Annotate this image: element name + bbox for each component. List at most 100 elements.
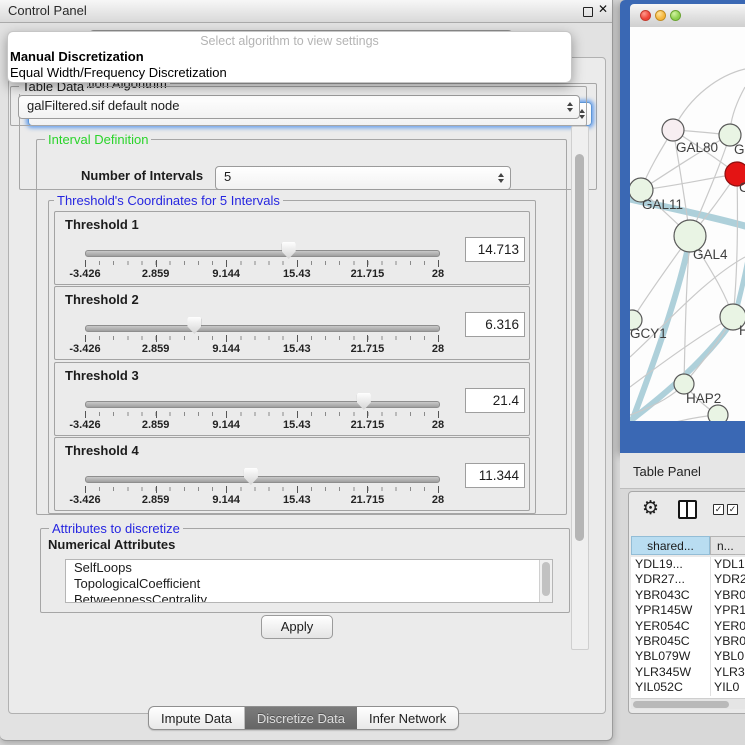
number-of-intervals-label: Number of Intervals (81, 168, 203, 183)
thresholds-group: Threshold's Coordinates for 5 Intervals … (48, 200, 536, 514)
threshold-3-track[interactable] (85, 401, 440, 408)
tab-discretize-data-label: Discretize Data (257, 711, 345, 726)
table-row[interactable]: YIL052CYIL0 (631, 680, 745, 695)
table-row[interactable]: YER054CYER0 (631, 619, 745, 634)
table-row[interactable]: YPR145WYPR1 (631, 603, 745, 618)
cell[interactable]: YBR045C (631, 634, 710, 649)
cell[interactable]: YBR0 (710, 634, 745, 649)
tick-label: -3.426 (69, 343, 100, 355)
network-canvas[interactable]: GAL80 G C GAL11 GAL4 GCY1 H HAP2 (630, 27, 745, 421)
cell[interactable]: YDR2 (710, 572, 745, 587)
cell[interactable]: YIL0 (710, 680, 739, 695)
column-header-name[interactable]: n... (710, 536, 745, 555)
panel-scrollbar[interactable] (571, 126, 589, 650)
table-row[interactable]: YBR045CYBR0 (631, 634, 745, 649)
cell[interactable]: YLR345W (631, 665, 710, 680)
numerical-attributes-list[interactable]: SelfLoops TopologicalCoefficient Between… (65, 559, 553, 603)
node-label-gcy1: GCY1 (630, 326, 667, 341)
cell[interactable]: YDL19... (631, 557, 710, 572)
edge[interactable] (673, 69, 745, 130)
tick-label: 28 (432, 494, 444, 506)
cell[interactable]: YPR145W (631, 603, 710, 618)
threshold-2-track[interactable] (85, 325, 440, 332)
node-gal80[interactable] (662, 119, 684, 141)
algorithm-option-equal-width[interactable]: Equal Width/Frequency Discretization (8, 65, 571, 81)
threshold-1-slider[interactable]: -3.426 2.859 9.144 15.43 21.715 28 (85, 242, 438, 282)
attributes-list-scrollbar[interactable] (539, 560, 552, 602)
table-data-select-stepper (563, 96, 577, 118)
network-window-titlebar[interactable] (630, 4, 745, 28)
number-of-intervals-stepper (494, 167, 508, 189)
table-row[interactable]: YDL19...YDL1 (631, 557, 745, 572)
numerical-attributes-label: Numerical Attributes (48, 537, 175, 552)
threshold-1-track[interactable] (85, 250, 440, 257)
table-row[interactable]: YDR27...YDR2 (631, 572, 745, 587)
threshold-1-label: Threshold 1 (65, 217, 139, 232)
checkbox-icon[interactable]: ✓ (713, 504, 724, 515)
list-item[interactable]: TopologicalCoefficient (66, 576, 552, 592)
tick-label: 2.859 (142, 268, 170, 280)
checkbox-icon[interactable]: ✓ (727, 504, 738, 515)
table-data-select[interactable]: galFiltered.sif default node (18, 95, 580, 119)
close-traffic-light[interactable] (640, 10, 651, 21)
cell[interactable]: YIL052C (631, 680, 710, 695)
column-layout-icon[interactable] (678, 500, 697, 519)
threshold-4-slider[interactable]: -3.426 2.859 9.144 15.43 21.715 28 (85, 468, 438, 508)
algorithm-option-manual[interactable]: Manual Discretization (8, 49, 571, 65)
window-title: Control Panel (8, 3, 87, 18)
cell[interactable]: YBL079W (631, 649, 710, 664)
cell[interactable]: YDL1 (710, 557, 745, 572)
threshold-3-slider[interactable]: -3.426 2.859 9.144 15.43 21.715 28 (85, 393, 438, 433)
table-panel-title: Table Panel (633, 464, 701, 479)
node-label-gal80: GAL80 (676, 140, 718, 155)
zoom-traffic-light[interactable] (670, 10, 681, 21)
threshold-1-value-field[interactable]: 14.713 (465, 237, 525, 262)
close-icon[interactable]: ✕ (598, 2, 608, 16)
threshold-1-ticks (85, 261, 439, 265)
major-tick (156, 411, 157, 418)
apply-button[interactable]: Apply (261, 615, 333, 639)
threshold-2-slider[interactable]: -3.426 2.859 9.144 15.43 21.715 28 (85, 317, 438, 357)
table-row[interactable]: YBL079WYBL0 (631, 649, 745, 664)
tab-discretize-data[interactable]: Discretize Data (245, 707, 357, 729)
table-row[interactable]: YBR043CYBR0 (631, 588, 745, 603)
table-horizontal-scrollbar[interactable] (631, 698, 745, 709)
cell[interactable]: YPR1 (710, 603, 745, 618)
control-panel-titlebar[interactable]: Control Panel ✕ (0, 0, 612, 23)
table-horizontal-scrollbar-thumb[interactable] (633, 701, 729, 708)
major-tick (367, 260, 368, 267)
cell[interactable]: YBL0 (710, 649, 744, 664)
tab-impute-data[interactable]: Impute Data (149, 707, 245, 729)
list-item[interactable]: SelfLoops (66, 560, 552, 576)
cell[interactable]: YDR27... (631, 572, 710, 587)
threshold-3-value-field[interactable]: 21.4 (465, 388, 525, 413)
cell[interactable]: YBR0 (710, 588, 745, 603)
column-header-shared[interactable]: shared... (631, 536, 710, 555)
threshold-4-value-field[interactable]: 11.344 (465, 463, 525, 488)
major-tick (226, 260, 227, 267)
tick-label: 2.859 (142, 494, 170, 506)
edge[interactable] (733, 174, 738, 317)
threshold-2-value-field[interactable]: 6.316 (465, 312, 525, 337)
threshold-4-track[interactable] (85, 476, 440, 483)
tab-infer-network[interactable]: Infer Network (357, 707, 458, 729)
major-tick (85, 335, 86, 342)
cell[interactable]: YLR3 (710, 665, 745, 680)
attributes-list-scrollbar-thumb[interactable] (542, 562, 550, 596)
minimize-traffic-light[interactable] (655, 10, 666, 21)
cell[interactable]: YBR043C (631, 588, 710, 603)
edge[interactable] (630, 415, 718, 421)
table-row[interactable]: YLR345WYLR3 (631, 665, 745, 680)
list-item[interactable]: BetweennessCentrality (66, 592, 552, 603)
table-rows[interactable]: YDL19...YDL1 YDR27...YDR2 YBR043CYBR0 YP… (631, 557, 745, 698)
number-of-intervals-select[interactable]: 5 (215, 166, 511, 190)
edge[interactable] (641, 174, 737, 190)
float-window-icon[interactable] (583, 7, 593, 17)
cell[interactable]: YER0 (710, 619, 745, 634)
major-tick (297, 260, 298, 267)
panel-scrollbar-thumb[interactable] (575, 154, 584, 541)
gear-icon[interactable]: ⚙ (642, 497, 659, 521)
cell[interactable]: YER054C (631, 619, 710, 634)
node-bottom[interactable] (708, 405, 728, 421)
tick-label: 9.144 (212, 343, 240, 355)
